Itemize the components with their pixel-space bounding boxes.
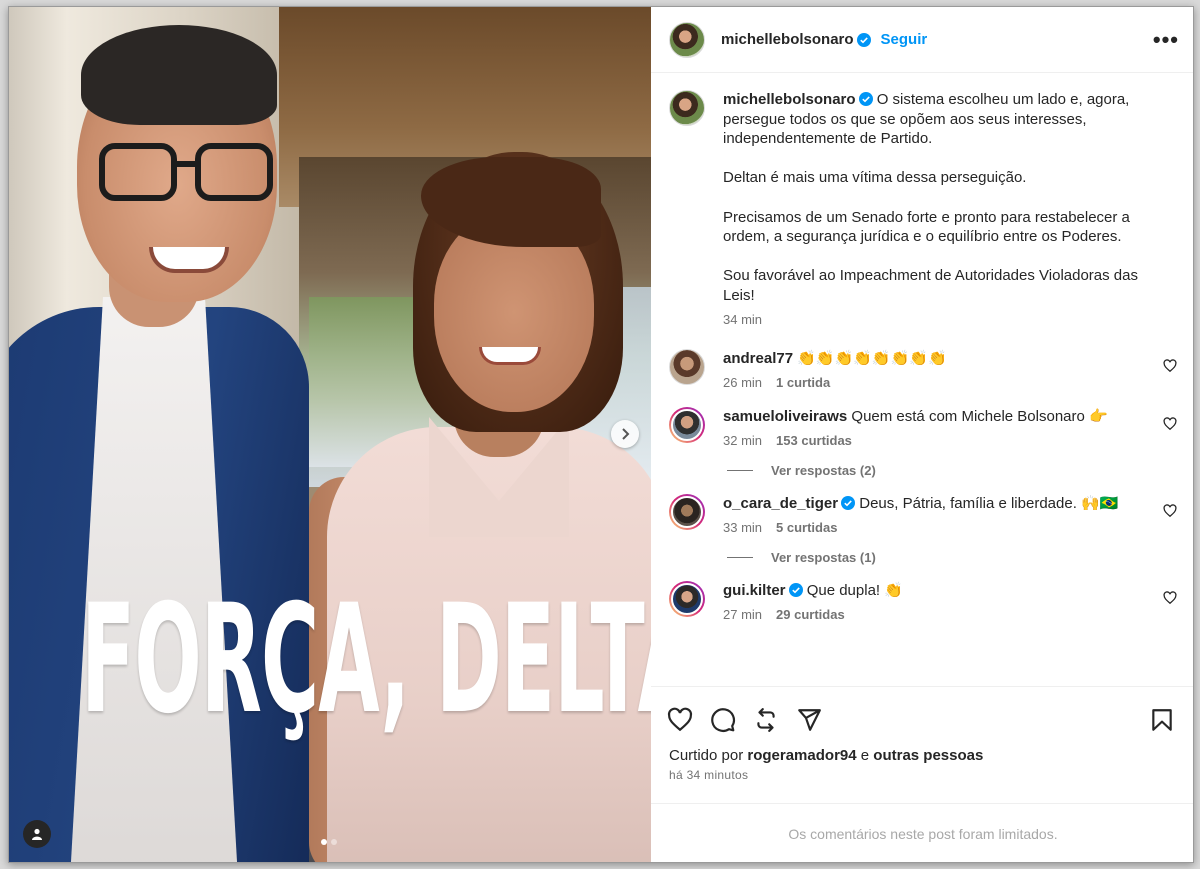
follow-button[interactable]: Seguir [881, 31, 928, 48]
comment-time: 26 min [723, 375, 763, 391]
repost-icon[interactable] [753, 707, 779, 733]
like-heart-icon[interactable] [667, 707, 693, 733]
comment-text: Deus, Pátria, família e liberdade. 🙌🇧🇷 [859, 495, 1119, 513]
post-dialog: FORÇA, DELTAN ! michellebolsonaro Seguir… [8, 6, 1194, 863]
post-image[interactable]: FORÇA, DELTAN ! [9, 7, 651, 862]
commenter-username[interactable]: o_cara_de_tiger [723, 495, 838, 512]
chevron-right-icon [622, 428, 630, 440]
comment-time: 33 min [723, 520, 763, 536]
comment-item: andreal77 👏👏👏👏👏👏👏👏 26 min 1 curtida [651, 349, 1193, 393]
liked-by-others[interactable]: outras pessoas [873, 747, 983, 764]
commenter-username[interactable]: gui.kilter [723, 582, 786, 599]
like-comment-heart-icon[interactable] [1163, 417, 1177, 431]
commenter-username[interactable]: andreal77 [723, 350, 793, 367]
like-comment-heart-icon[interactable] [1163, 359, 1177, 373]
carousel-indicator [321, 839, 337, 845]
liked-by-user[interactable]: rogeramador94 [747, 747, 856, 764]
post-timestamp[interactable]: há 34 minutos [651, 764, 1193, 782]
comment-bubble-icon[interactable] [710, 707, 736, 733]
carousel-next-button[interactable] [611, 420, 639, 448]
comments-limited-notice: Os comentários neste post foram limitado… [651, 803, 1193, 862]
post-caption: michellebolsonaro O sistema escolheu um … [651, 74, 1193, 329]
caption-avatar[interactable] [669, 90, 705, 126]
caption-text-4: Sou favorável ao Impeachment de Autorida… [723, 267, 1138, 304]
caption-username[interactable]: michellebolsonaro [723, 91, 856, 108]
more-options-icon[interactable]: ••• [1153, 28, 1179, 50]
commenter-avatar[interactable] [669, 494, 705, 531]
verified-badge-icon [788, 583, 803, 598]
comments-list[interactable]: michellebolsonaro O sistema escolheu um … [651, 74, 1193, 686]
comment-likes[interactable]: 5 curtidas [776, 520, 837, 535]
comment-text: 👏👏👏👏👏👏👏👏 [797, 350, 947, 368]
comment-time: 27 min [723, 607, 763, 623]
tagged-users-button[interactable] [23, 820, 51, 848]
comment-time: 32 min [723, 433, 763, 449]
post-header: michellebolsonaro Seguir ••• [651, 7, 1193, 73]
verified-badge-icon [858, 92, 873, 106]
liked-by-summary[interactable]: Curtido por rogeramador94 e outras pesso… [651, 739, 1193, 764]
post-actions: Curtido por rogeramador94 e outras pesso… [651, 686, 1193, 782]
view-replies-button[interactable]: Ver respostas (1) [727, 550, 1193, 565]
carousel-dot [331, 839, 337, 845]
comment-text: Quem está com Michele Bolsonaro 👉 [851, 408, 1108, 426]
comment-item: o_cara_de_tiger Deus, Pátria, família e … [651, 494, 1193, 538]
commenter-username[interactable]: samueloliveiraws [723, 408, 847, 425]
caption-text-2: Deltan é mais uma vítima dessa perseguiç… [723, 169, 1027, 187]
caption-text-3: Precisamos de um Senado forte e pronto p… [723, 208, 1130, 246]
comment-text: Que dupla! 👏 [806, 582, 903, 600]
comment-likes[interactable]: 1 curtida [776, 375, 830, 390]
comment-likes[interactable]: 29 curtidas [776, 607, 845, 622]
commenter-avatar[interactable] [669, 581, 705, 618]
image-slogan: FORÇA, DELTAN ! [81, 573, 651, 747]
commenter-avatar[interactable] [669, 407, 705, 444]
view-replies-button[interactable]: Ver respostas (2) [727, 463, 1193, 478]
like-comment-heart-icon[interactable] [1163, 504, 1177, 518]
like-comment-heart-icon[interactable] [1163, 591, 1177, 605]
user-icon [32, 828, 42, 840]
post-sidebar: michellebolsonaro Seguir ••• michellebol… [651, 7, 1193, 862]
verified-badge-icon [856, 32, 871, 47]
author-avatar[interactable] [669, 21, 705, 58]
comment-item: samueloliveiraws Quem está com Michele B… [651, 407, 1193, 451]
share-send-icon[interactable] [796, 707, 822, 733]
caption-time: 34 min [723, 311, 763, 327]
author-username[interactable]: michellebolsonaro [721, 31, 854, 48]
verified-badge-icon [841, 496, 856, 511]
carousel-dot-active [321, 839, 327, 845]
commenter-avatar[interactable] [669, 349, 705, 386]
comment-item: gui.kilter Que dupla! 👏 27 min 29 curtida… [651, 581, 1193, 625]
comment-likes[interactable]: 153 curtidas [776, 433, 852, 448]
save-bookmark-icon[interactable] [1149, 707, 1175, 733]
